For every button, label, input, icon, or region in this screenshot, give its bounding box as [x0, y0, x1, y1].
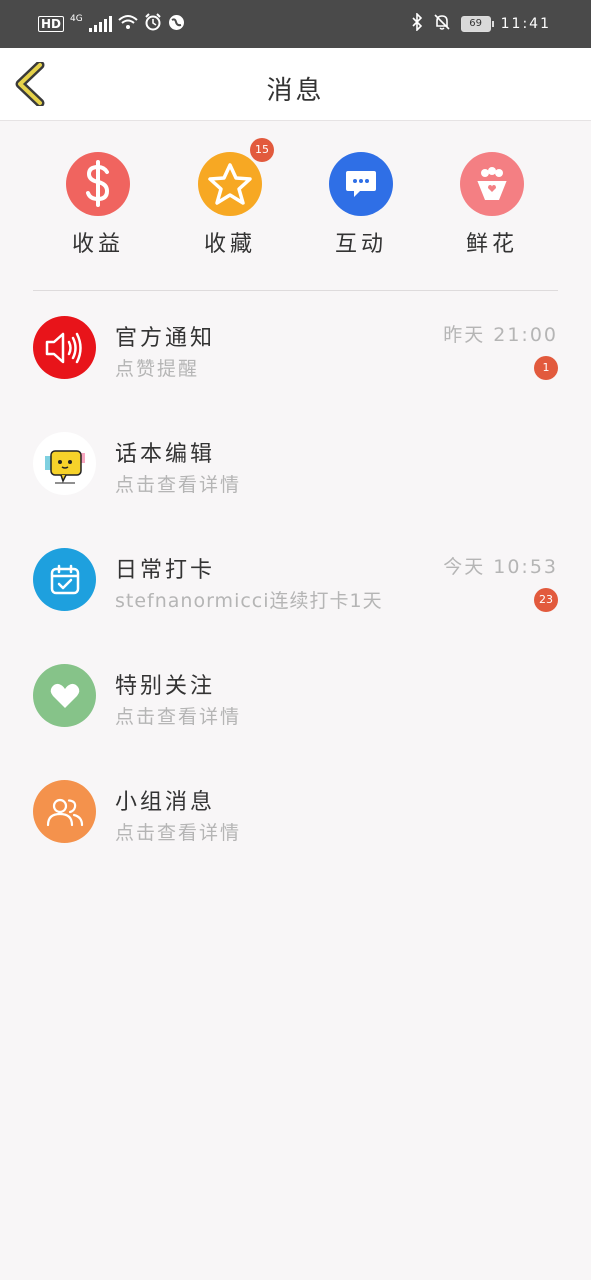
divider [33, 290, 558, 291]
bluetooth-icon [411, 12, 423, 35]
item-title: 小组消息 [115, 790, 216, 815]
vpn-icon [168, 14, 185, 35]
earnings-circle [66, 152, 130, 216]
item-title: 话本编辑 [115, 442, 216, 467]
shortcut-label: 收藏 [203, 232, 256, 257]
unread-badge: 1 [534, 356, 558, 380]
network-type: 4G [70, 14, 83, 24]
mute-bell-icon [433, 13, 451, 35]
shortcut-earnings[interactable]: 收益 [48, 152, 148, 258]
flowers-circle [460, 152, 524, 216]
item-subtitle: 点击查看详情 [115, 706, 242, 728]
editor-avatar [33, 432, 96, 495]
daily-checkin-avatar [33, 548, 96, 611]
group-messages-avatar [33, 780, 96, 843]
group-users-icon [46, 798, 83, 826]
alarm-icon [144, 13, 162, 35]
list-item-daily-checkin[interactable]: 日常打卡 stefnanormicci连续打卡1天 今天 10:53 23 [0, 548, 591, 664]
item-subtitle: 点击查看详情 [115, 474, 242, 496]
list-item-official-notice[interactable]: 官方通知 点赞提醒 昨天 21:00 1 [0, 316, 591, 432]
shortcut-flowers[interactable]: 鲜花 [442, 152, 542, 258]
calendar-check-icon [50, 564, 79, 594]
battery-icon: 69 [460, 16, 494, 32]
item-subtitle: 点赞提醒 [115, 358, 200, 380]
item-subtitle: 点击查看详情 [115, 822, 242, 844]
page-title: 消息 [266, 76, 325, 106]
signal-icon [88, 16, 112, 32]
star-icon [208, 163, 252, 205]
status-left: HD 4G [38, 13, 185, 35]
speaker-icon [45, 332, 82, 363]
header: 消息 [0, 48, 591, 121]
shortcut-label: 互动 [334, 232, 387, 257]
list-item-special-follow[interactable]: 特别关注 点击查看详情 [0, 664, 591, 780]
favorites-badge: 15 [250, 138, 274, 162]
item-title: 官方通知 [115, 326, 216, 351]
editor-avatar-icon [44, 449, 85, 483]
unread-badge: 23 [534, 588, 558, 612]
wifi-icon [118, 14, 138, 34]
shortcut-grid: 收益 15 收藏 互动 鲜花 [0, 138, 591, 262]
clock: 11:41 [500, 16, 551, 32]
dollar-icon [86, 160, 110, 207]
status-right: 69 11:41 [411, 12, 551, 35]
status-bar: HD 4G 69 11:41 [0, 0, 591, 48]
item-time: 今天 10:53 [443, 556, 558, 578]
favorites-circle: 15 [198, 138, 274, 216]
special-follow-avatar [33, 664, 96, 727]
item-subtitle: stefnanormicci连续打卡1天 [115, 590, 383, 612]
shortcut-favorites[interactable]: 15 收藏 [180, 138, 280, 258]
interaction-circle [329, 152, 393, 216]
shortcut-interaction[interactable]: 互动 [311, 152, 411, 258]
item-title: 日常打卡 [115, 558, 216, 583]
hd-icon: HD [38, 16, 65, 32]
shortcut-label: 收益 [71, 232, 124, 257]
list-item-script-editor[interactable]: 话本编辑 点击查看详情 [0, 432, 591, 548]
chat-bubble-icon [346, 171, 376, 197]
item-time: 昨天 21:00 [443, 324, 558, 346]
flower-bouquet-icon [477, 167, 507, 200]
shortcut-label: 鲜花 [465, 232, 518, 257]
item-title: 特别关注 [115, 674, 216, 699]
official-notice-avatar [33, 316, 96, 379]
heart-icon [50, 683, 79, 708]
list-item-group-messages[interactable]: 小组消息 点击查看详情 [0, 780, 591, 896]
